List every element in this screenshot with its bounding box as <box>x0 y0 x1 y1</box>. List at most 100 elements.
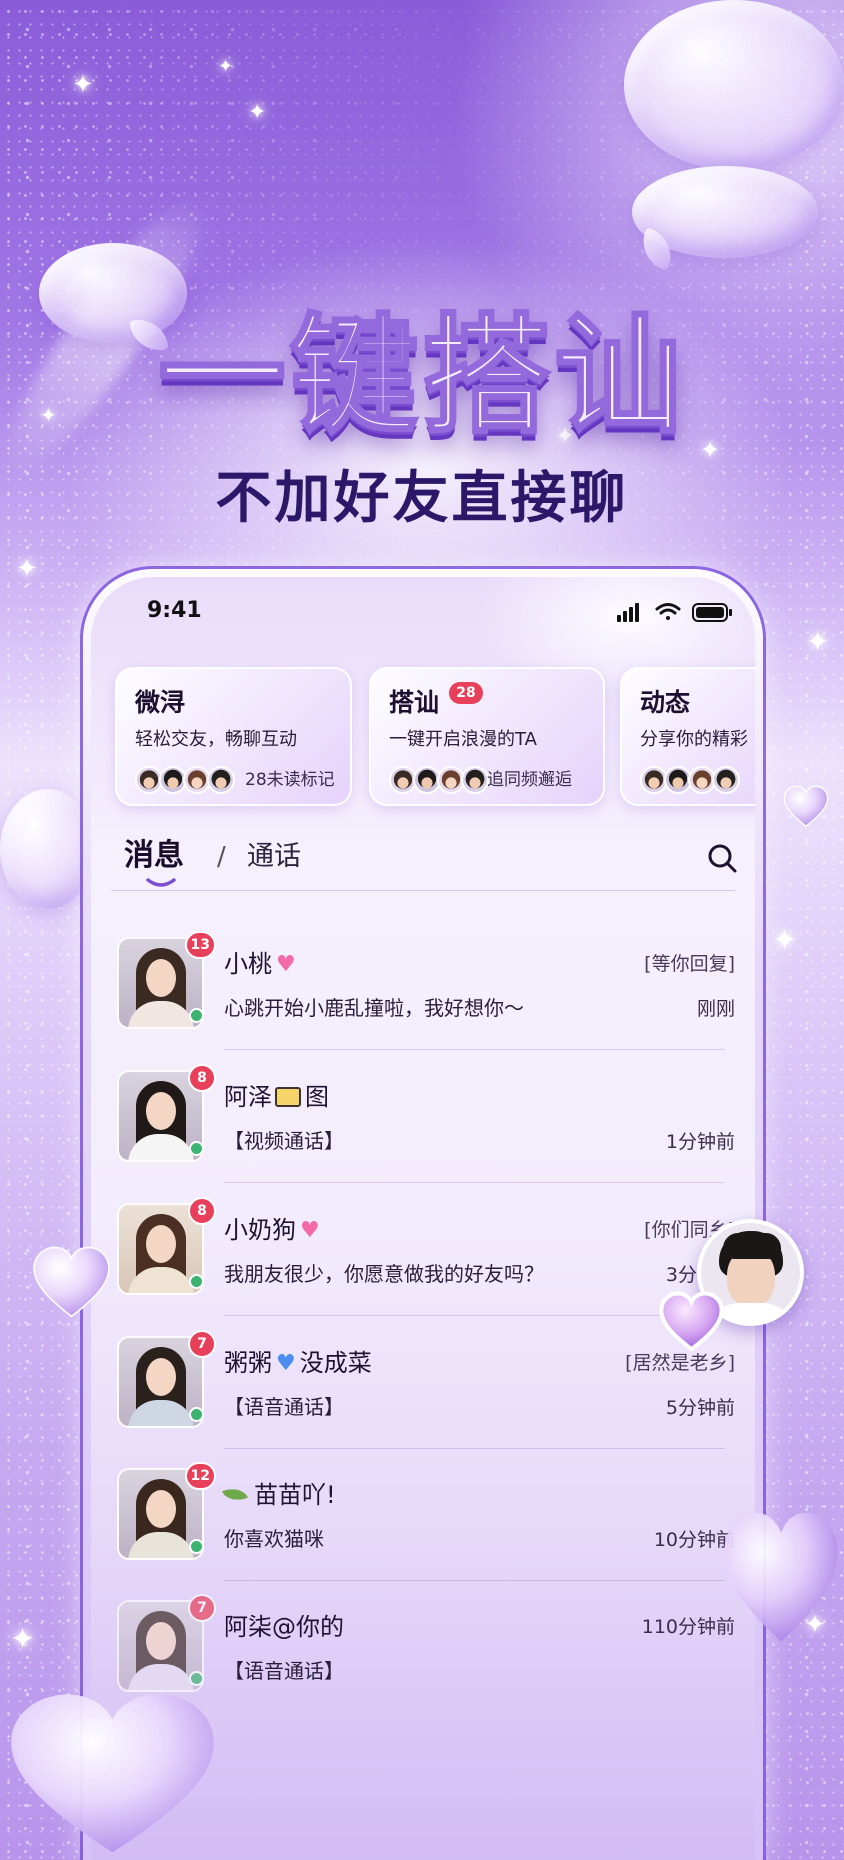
card-avatar <box>712 766 740 794</box>
sparkle-icon <box>248 102 266 124</box>
unread-badge: 12 <box>184 1462 216 1490</box>
contact-name-line: 苗苗吖! <box>222 1480 336 1510</box>
conversation-row[interactable]: 8 小奶狗 [你们同乡] 我朋友很少，你愿意做我的好友吗？ 3分钟前 <box>117 1197 735 1336</box>
conversation-row[interactable]: 8 阿泽 图 【视频通话】 1分钟前 <box>117 1064 735 1203</box>
active-tab-indicator <box>146 878 176 887</box>
signal-icon <box>617 603 639 622</box>
avatar[interactable]: 7 <box>117 1594 216 1692</box>
online-status-dot <box>189 1141 204 1156</box>
envelope-icon <box>275 1087 301 1107</box>
message-preview: 你喜欢猫咪 <box>224 1527 324 1551</box>
phone-screen: 9:41 微浔 轻松交友，畅聊互动 28未读标记 搭讪 28 一键开启浪漫的TA… <box>91 577 755 1860</box>
relation-tag: [居然是老乡] <box>625 1352 735 1374</box>
unread-badge: 13 <box>184 931 216 959</box>
sparkle-icon <box>10 1625 35 1655</box>
card-weixun[interactable]: 微浔 轻松交友，畅聊互动 28未读标记 <box>115 667 352 806</box>
hero-title: 一键搭讪 <box>156 301 686 453</box>
message-preview: 【视频通话】 <box>224 1129 344 1153</box>
sparkle-icon <box>806 628 829 656</box>
card-note: 28未读标记 <box>245 770 335 790</box>
avatar[interactable]: 7 <box>117 1330 216 1428</box>
contact-name-suffix: 图 <box>305 1083 329 1111</box>
heart-decoration <box>11 1694 214 1853</box>
card-note: 追同频邂逅 <box>487 770 572 790</box>
contact-name: 阿泽 <box>224 1083 272 1111</box>
conversation-row[interactable]: 13 小桃 [等你回复] 心跳开始小鹿乱撞啦，我好想你～ 刚刚 <box>117 931 735 1070</box>
avatar-face <box>146 1622 176 1660</box>
sparkle-icon <box>772 926 797 956</box>
search-icon[interactable] <box>707 843 737 873</box>
avatar[interactable]: 8 <box>117 1064 216 1162</box>
pink-heart-icon <box>276 950 296 980</box>
contact-name-line: 阿柒@你的 <box>224 1612 344 1642</box>
row-divider <box>224 1182 725 1183</box>
row-divider <box>224 1448 725 1449</box>
card-description: 分享你的精彩 <box>640 729 748 750</box>
unread-badge: 8 <box>188 1064 216 1092</box>
avatar-face <box>146 1225 176 1263</box>
contact-name: 苗苗吖! <box>254 1481 336 1509</box>
heart-decoration <box>33 1246 110 1318</box>
avatar-face <box>146 1358 176 1396</box>
online-status-dot <box>189 1671 204 1686</box>
avatar-fringe <box>723 1233 781 1259</box>
avatar-face <box>146 1092 176 1130</box>
message-preview: 【语音通话】 <box>224 1395 344 1419</box>
conversation-row[interactable]: 7 粥粥没成菜 [居然是老乡] 【语音通话】 5分钟前 <box>117 1330 735 1469</box>
row-divider <box>224 1049 725 1050</box>
online-status-dot <box>189 1274 204 1289</box>
card-description: 轻松交友，畅聊互动 <box>135 729 297 750</box>
card-dongtai[interactable]: 动态 分享你的精彩 <box>620 667 755 806</box>
row-divider <box>224 1580 725 1581</box>
contact-name: 小奶狗 <box>224 1216 296 1244</box>
card-avatar-stack <box>389 766 489 794</box>
card-avatar-stack <box>135 766 235 794</box>
tab-messages[interactable]: 消息 <box>124 838 184 874</box>
tab-calls[interactable]: 通话 <box>247 839 301 875</box>
pink-heart-icon <box>300 1216 320 1246</box>
contact-name-suffix: 没成菜 <box>299 1349 372 1377</box>
card-title: 搭讪 <box>389 688 440 717</box>
heart-icon <box>659 1291 724 1352</box>
battery-icon <box>692 603 732 622</box>
avatar[interactable]: 12 <box>117 1462 216 1560</box>
heart-decoration <box>724 1512 838 1642</box>
hero-subtitle: 不加好友直接聊 <box>215 466 629 531</box>
tab-divider <box>111 890 735 891</box>
avatar[interactable]: 8 <box>117 1197 216 1295</box>
card-dashan[interactable]: 搭讪 28 一键开启浪漫的TA 追同频邂逅 <box>369 667 605 806</box>
message-preview: 【语音通话】 <box>224 1659 344 1683</box>
status-icons <box>617 603 732 622</box>
contact-name: 粥粥 <box>224 1349 272 1377</box>
unread-badge: 7 <box>188 1330 216 1358</box>
card-avatar <box>207 766 235 794</box>
message-time: 5分钟前 <box>665 1397 735 1419</box>
card-avatar <box>461 766 489 794</box>
conversation-row[interactable]: 12 苗苗吖! 你喜欢猫咪 10分钟前 <box>117 1462 735 1601</box>
message-time: 刚刚 <box>696 998 735 1020</box>
avatar-face <box>146 959 176 997</box>
avatar[interactable]: 13 <box>117 931 216 1029</box>
online-status-dot <box>189 1407 204 1422</box>
message-preview: 我朋友很少，你愿意做我的好友吗？ <box>224 1262 544 1286</box>
wifi-icon <box>655 603 681 620</box>
sparkle-icon <box>218 58 233 76</box>
blue-heart-icon <box>276 1349 296 1379</box>
contact-name-line: 粥粥没成菜 <box>224 1348 372 1379</box>
online-status-dot <box>189 1008 204 1023</box>
contact-name: 阿柒@你的 <box>224 1613 344 1641</box>
online-status-dot <box>189 1539 204 1554</box>
tab-separator: / <box>217 842 226 872</box>
speech-bubble-decoration <box>0 789 95 909</box>
contact-name-line: 阿泽 图 <box>224 1082 329 1112</box>
status-time: 9:41 <box>147 598 202 623</box>
card-description: 一键开启浪漫的TA <box>389 729 537 750</box>
contact-name-line: 小奶狗 <box>224 1215 320 1246</box>
speech-bubble-decoration <box>624 0 844 170</box>
relation-tag: [等你回复] <box>644 953 735 975</box>
card-title: 动态 <box>640 688 691 717</box>
message-preview: 心跳开始小鹿乱撞啦，我好想你～ <box>224 996 524 1020</box>
heart-decoration <box>783 785 829 828</box>
unread-badge: 7 <box>188 1594 216 1622</box>
card-title: 微浔 <box>135 688 186 717</box>
